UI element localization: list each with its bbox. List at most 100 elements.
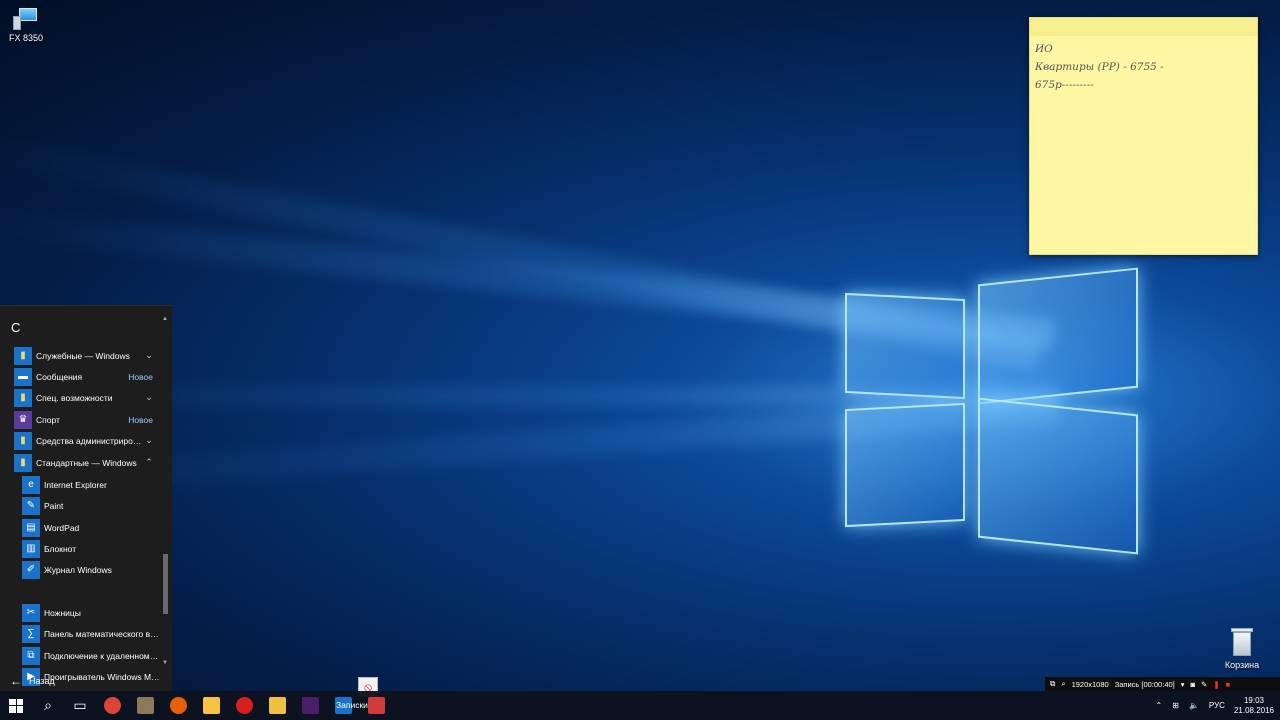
taskbar: ⌕ ▭ (0, 691, 1280, 720)
start-menu-subitem[interactable]: ✂ Ножницы (0, 602, 160, 623)
start-menu-item-label: Спец. возможности (36, 392, 113, 403)
scrollbar[interactable]: ▲ ▼ (162, 316, 168, 666)
start-menu-subitem[interactable]: ▥ Блокнот (0, 538, 160, 559)
clock[interactable]: 19:03 21.08.2016 (1234, 696, 1274, 716)
file-explorer-icon (269, 697, 286, 714)
scroll-down-icon[interactable]: ▼ (162, 660, 168, 666)
taskbar-app-button[interactable] (162, 691, 195, 720)
clock-date: 21.08.2016 (1233, 705, 1274, 715)
scroll-thumb[interactable] (163, 554, 168, 614)
start-menu-subitem[interactable]: e Internet Explorer (0, 474, 160, 495)
start-menu-item[interactable]: ▮ Средства администрирован... ⌄ (0, 430, 160, 451)
start-menu-item-label: WordPad (44, 522, 80, 533)
start-menu-item-label: Спорт (36, 414, 60, 425)
desktop-icon-computer[interactable]: FX 8350 (4, 8, 48, 43)
scissors-icon: ✂ (22, 603, 40, 622)
task-view-icon: ▭ (73, 697, 87, 713)
task-view-button[interactable]: ▭ (64, 691, 96, 720)
logo-pane (845, 402, 965, 528)
start-menu-item[interactable]: ▬ Сообщения Новое (0, 366, 160, 387)
start-menu-item-label: Internet Explorer (44, 479, 107, 490)
start-menu-item-label: Стандартные — Windows (36, 457, 137, 468)
system-tray: ⌃ ⊞ 🔈 РУС 19:03 21.08.2016 (1151, 691, 1280, 720)
recorder-resolution: 1920x1080 (1071, 679, 1109, 689)
taskbar-app-button[interactable] (195, 691, 228, 720)
taskbar-app-button[interactable] (96, 691, 129, 720)
stop-icon[interactable]: ■ (1226, 680, 1231, 689)
sticky-notes-icon (368, 697, 385, 714)
new-badge: Новое (128, 414, 153, 425)
paint-icon: ✎ (22, 496, 40, 515)
premiere-icon (302, 697, 319, 714)
desktop-icon-label: FX 8350 (8, 33, 44, 43)
camera-icon[interactable]: ◙ (1191, 680, 1196, 689)
back-button[interactable]: ← Назад (0, 671, 172, 691)
dropdown-icon[interactable]: ▾ (1181, 680, 1185, 689)
record-icon (236, 697, 253, 714)
folder-sync-icon (203, 697, 220, 714)
journal-icon: ✐ (22, 560, 40, 579)
back-label: Назад (29, 676, 55, 686)
start-menu-item-label: Ножницы (44, 607, 81, 618)
chevron-down-icon[interactable]: ⌄ (143, 435, 155, 446)
fullscreen-icon[interactable]: ⧉ (1050, 679, 1055, 689)
remote-desktop-icon: ⧉ (22, 646, 40, 665)
volume-icon[interactable]: 🔈 (1189, 701, 1199, 710)
message-icon: ▬ (14, 367, 32, 386)
start-menu-subitem[interactable]: ✎ Paint (0, 495, 160, 516)
clock-time: 19:03 (1243, 695, 1264, 705)
trophy-icon: ♛ (14, 410, 32, 429)
network-icon[interactable]: ⊞ (1172, 701, 1179, 710)
start-menu-subitem[interactable]: ▤ WordPad (0, 517, 160, 538)
pencil-icon[interactable]: ✎ (1201, 680, 1207, 689)
start-menu-item[interactable]: ▮ Стандартные — Windows ⌃ (0, 452, 160, 473)
start-button[interactable] (0, 691, 32, 720)
wordpad-icon: ▤ (22, 518, 40, 537)
taskbar-app-button[interactable] (228, 691, 261, 720)
start-menu-subitem[interactable]: ✐ Журнал Windows (0, 559, 160, 580)
internet-explorer-icon: e (22, 475, 40, 494)
computer-icon (13, 8, 39, 30)
start-menu-subitem[interactable]: ⧉ Подключение к удаленному р... (0, 645, 160, 666)
logo-pane (978, 397, 1138, 555)
chevron-up-icon[interactable]: ⌃ (143, 457, 155, 468)
taskbar-app-button[interactable] (261, 691, 294, 720)
folder-icon: ▮ (14, 346, 32, 365)
start-menu-item[interactable]: ▮ Спец. возможности ⌄ (0, 387, 160, 408)
logo-pane (845, 292, 965, 400)
chevron-down-icon[interactable]: ⌄ (143, 350, 155, 361)
zoom-icon[interactable]: ⌕ (1061, 679, 1065, 689)
start-menu: С ▮ Служебные — Windows ⌄ ▬ Сообщения Новое ▮ С… (0, 305, 172, 691)
scroll-up-icon[interactable]: ▲ (162, 316, 168, 322)
pause-icon[interactable]: ❚ (1213, 680, 1219, 689)
folder-icon: ▮ (14, 388, 32, 407)
sticky-note-text[interactable]: ИО Квартиры (РР) - 6755 - 675р--------- (1030, 36, 1257, 98)
section-letter[interactable]: С (11, 320, 20, 335)
start-menu-item-label: Средства администрирован... (36, 435, 143, 446)
language-indicator[interactable]: РУС (1209, 701, 1225, 710)
start-menu-item-label: Панель математического ввода (44, 628, 160, 639)
start-menu-item-label: Подключение к удаленному р... (44, 650, 160, 661)
desktop-icon-label: Корзина (1224, 660, 1260, 670)
desktop-icon-recycle-bin[interactable]: Корзина (1220, 628, 1264, 670)
gimp-icon (137, 697, 154, 714)
firefox-icon (170, 697, 187, 714)
search-button[interactable]: ⌕ (32, 691, 64, 720)
start-menu-item[interactable]: ♛ Спорт Новое (0, 409, 160, 430)
notepad-icon: ▥ (22, 539, 40, 558)
recycle-bin-icon (1229, 628, 1255, 658)
taskbar-app-button[interactable] (129, 691, 162, 720)
sticky-note-titlebar[interactable] (1030, 18, 1257, 36)
folder-icon: ▮ (14, 453, 32, 472)
taskbar-app-button[interactable] (294, 691, 327, 720)
start-menu-item-label: Служебные — Windows (36, 350, 130, 361)
new-badge: Новое (128, 371, 153, 382)
search-icon: ⌕ (44, 697, 52, 713)
chevron-down-icon[interactable]: ⌄ (143, 392, 155, 403)
start-menu-item[interactable]: ▮ Служебные — Windows ⌄ (0, 345, 160, 366)
chevron-up-icon[interactable]: ⌃ (1156, 701, 1163, 710)
back-arrow-icon: ← (10, 674, 22, 688)
sticky-note[interactable]: ИО Квартиры (РР) - 6755 - 675р--------- (1029, 17, 1258, 255)
start-menu-subitem[interactable]: ∑ Панель математического ввода (0, 623, 160, 644)
taskbar-active-label: Записки (336, 700, 368, 710)
